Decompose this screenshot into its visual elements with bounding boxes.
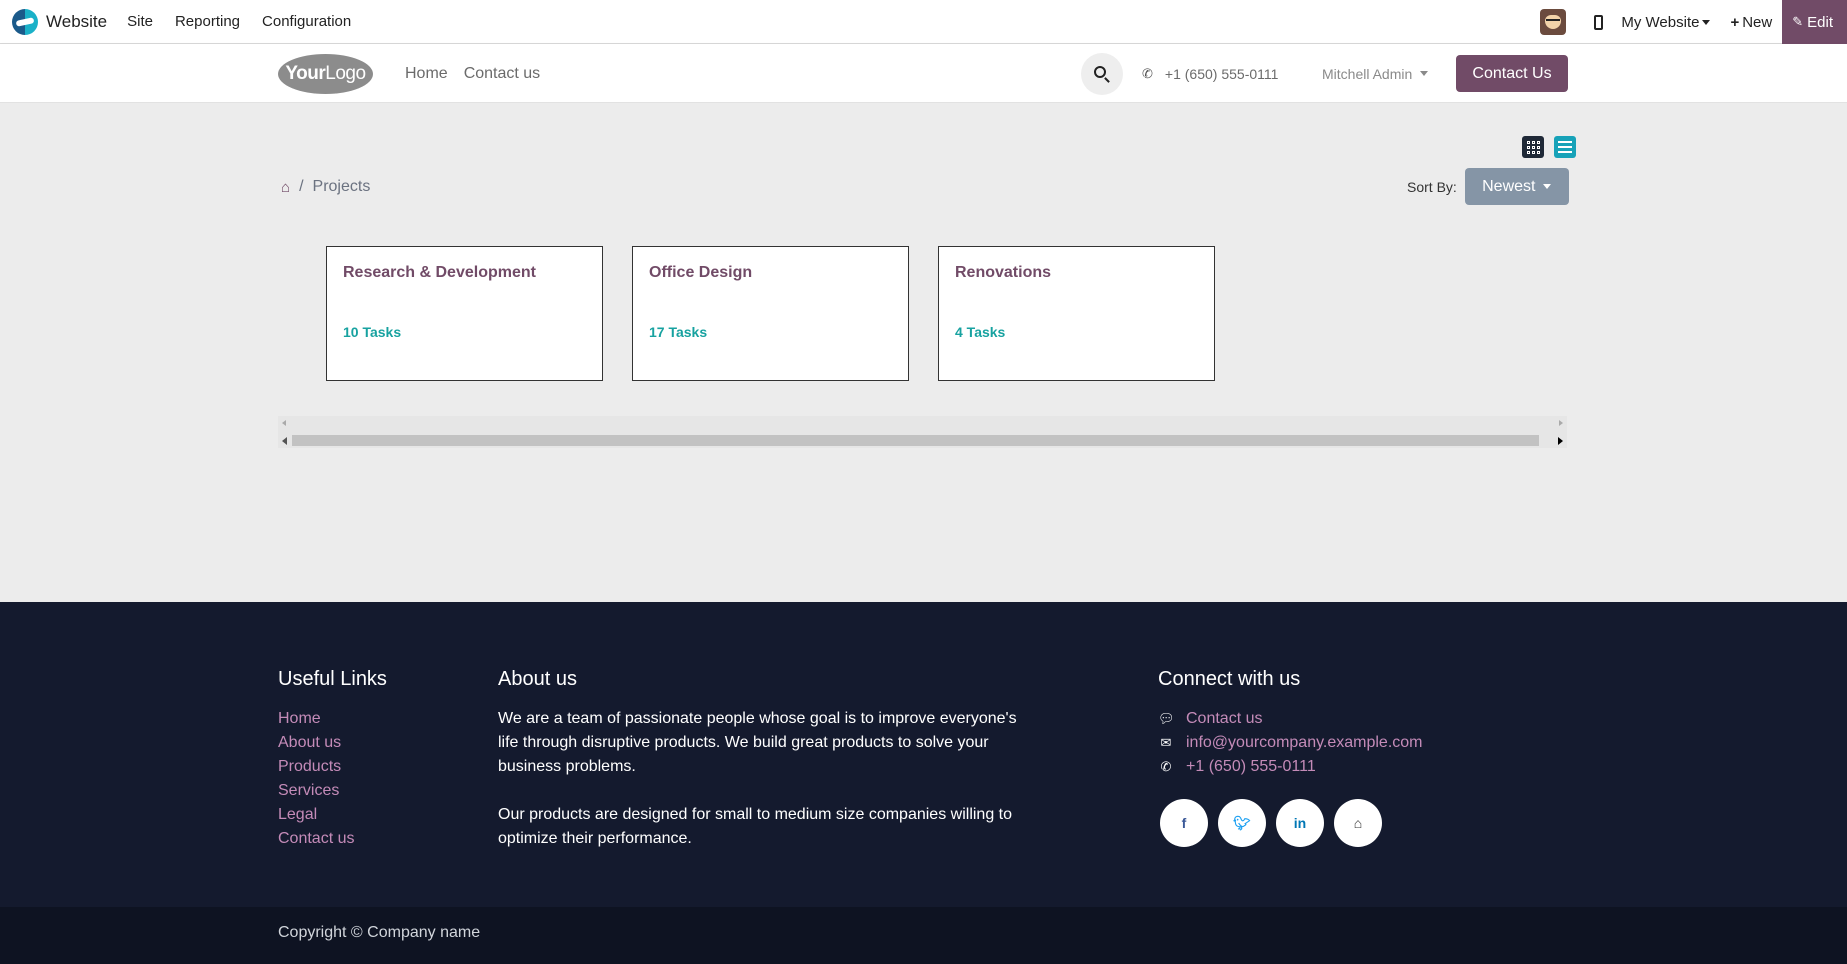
phone-icon: ✆ xyxy=(1160,759,1172,774)
project-tasks-link[interactable]: 10 Tasks xyxy=(343,324,401,340)
copyright-bar: Copyright © Company name xyxy=(0,907,1847,964)
user-avatar[interactable] xyxy=(1540,9,1567,35)
website-switcher[interactable]: My Website xyxy=(1621,13,1711,31)
project-tasks-link[interactable]: 17 Tasks xyxy=(649,324,707,340)
edit-button-label: Edit xyxy=(1807,13,1833,31)
mobile-preview-icon[interactable] xyxy=(1594,14,1604,30)
facebook-icon[interactable]: f xyxy=(1160,799,1208,847)
user-name: Mitchell Admin xyxy=(1322,65,1413,82)
sort-label: Sort By: xyxy=(1407,178,1457,195)
edit-button[interactable]: ✎ Edit xyxy=(1782,0,1847,44)
home-icon[interactable]: ⌂ xyxy=(1334,799,1382,847)
caret-down-icon xyxy=(1420,71,1429,76)
comment-icon: 💬︎ xyxy=(1158,711,1175,726)
connect-email[interactable]: ✉ info@yourcompany.example.com xyxy=(1158,731,1423,755)
footer-link-legal[interactable]: Legal xyxy=(278,803,387,827)
connect-contact[interactable]: 💬︎ Contact us xyxy=(1158,707,1423,731)
linkedin-icon[interactable]: in xyxy=(1276,799,1324,847)
new-button-label: New xyxy=(1742,13,1773,31)
about-paragraph-2: Our products are designed for small to m… xyxy=(498,806,1013,847)
caret-down-icon xyxy=(1543,184,1552,189)
site-logo[interactable]: Your Logo xyxy=(278,54,373,94)
project-card[interactable]: Research & Development 10 Tasks xyxy=(326,246,603,381)
app-name: Website xyxy=(46,11,108,31)
footer-link-about-us[interactable]: About us xyxy=(278,731,387,755)
about-us-title: About us xyxy=(498,668,577,690)
scroll-right-arrow-icon[interactable] xyxy=(1559,420,1563,426)
twitter-icon[interactable]: 🐦︎ xyxy=(1218,799,1266,847)
grid-icon xyxy=(1526,140,1540,154)
caret-down-icon xyxy=(1702,20,1711,26)
website-app-icon xyxy=(12,8,38,35)
main-content: ⌂ / Projects Sort By: Newest Research & … xyxy=(0,103,1847,602)
useful-links-title: Useful Links xyxy=(278,668,387,690)
phone-icon: ✆ xyxy=(1142,65,1153,81)
header-phone[interactable]: ✆ +1 (650) 555-0111 xyxy=(1142,44,1278,103)
scroll-left-arrow-icon[interactable] xyxy=(282,437,287,445)
connect-phone[interactable]: ✆ +1 (650) 555-0111 xyxy=(1158,755,1423,779)
new-button[interactable]: + New xyxy=(1730,14,1772,31)
menu-configuration[interactable]: Configuration xyxy=(262,13,351,30)
logo-text-bold: Your xyxy=(285,63,326,84)
admin-navbar: Website Site Reporting Configuration My … xyxy=(0,0,1847,44)
connect-contact-label: Contact us xyxy=(1186,710,1263,727)
scroll-right-arrow-icon[interactable] xyxy=(1558,437,1563,445)
nav-contact-us[interactable]: Contact us xyxy=(464,65,540,83)
menu-site[interactable]: Site xyxy=(127,13,153,30)
website-switcher-label: My Website xyxy=(1621,13,1700,31)
user-menu[interactable]: Mitchell Admin xyxy=(1322,44,1429,103)
app-brand[interactable]: Website xyxy=(12,8,108,35)
breadcrumb-separator: / xyxy=(299,178,304,195)
footer-link-products[interactable]: Products xyxy=(278,755,387,779)
connect-phone-label: +1 (650) 555-0111 xyxy=(1186,758,1316,775)
list-view-button[interactable] xyxy=(1554,136,1576,158)
social-links: f 🐦︎ in ⌂ xyxy=(1160,799,1423,847)
view-switcher xyxy=(1512,136,1576,158)
search-button[interactable] xyxy=(1081,53,1123,95)
home-icon[interactable]: ⌂ xyxy=(281,179,290,196)
search-icon xyxy=(1094,66,1106,78)
grid-view-button[interactable] xyxy=(1522,136,1544,158)
pencil-icon: ✎ xyxy=(1792,14,1804,29)
footer-link-services[interactable]: Services xyxy=(278,779,387,803)
header-phone-number: +1 (650) 555-0111 xyxy=(1164,65,1279,82)
project-card[interactable]: Office Design 17 Tasks xyxy=(632,246,909,381)
breadcrumb: ⌂ / Projects xyxy=(281,178,370,196)
plus-icon: + xyxy=(1730,13,1740,31)
about-us-column: About us We are a team of passionate peo… xyxy=(498,668,1018,875)
horizontal-scrollbar[interactable] xyxy=(278,416,1567,448)
logo-text: Logo xyxy=(325,63,366,84)
site-header: Your Logo Home Contact us ✆ +1 (650) 555-… xyxy=(0,44,1847,103)
project-title: Research & Development xyxy=(343,264,536,281)
nav-home[interactable]: Home xyxy=(405,65,448,83)
project-card[interactable]: Renovations 4 Tasks xyxy=(938,246,1215,381)
useful-links-column: Useful Links Home About us Products Serv… xyxy=(278,668,387,851)
site-footer: Useful Links Home About us Products Serv… xyxy=(0,602,1847,964)
sort-dropdown[interactable]: Newest xyxy=(1464,168,1569,205)
project-tasks-link[interactable]: 4 Tasks xyxy=(955,324,1005,340)
project-title: Renovations xyxy=(955,264,1052,281)
copyright-text: Copyright © Company name xyxy=(278,924,481,941)
admin-menu: Site Reporting Configuration xyxy=(127,13,373,30)
sort-value: Newest xyxy=(1482,177,1536,195)
site-nav: Home Contact us xyxy=(405,44,556,103)
list-icon xyxy=(1558,141,1572,143)
menu-reporting[interactable]: Reporting xyxy=(175,13,240,30)
scroll-left-arrow-icon[interactable] xyxy=(282,420,286,426)
about-paragraph-1: We are a team of passionate people whose… xyxy=(498,710,1017,775)
breadcrumb-current: Projects xyxy=(312,178,371,195)
footer-link-home[interactable]: Home xyxy=(278,707,387,731)
scrollbar-thumb[interactable] xyxy=(292,435,1539,446)
connect-email-label: info@yourcompany.example.com xyxy=(1186,734,1423,751)
envelope-icon: ✉ xyxy=(1160,735,1172,750)
connect-title: Connect with us xyxy=(1158,668,1301,690)
footer-link-contact-us[interactable]: Contact us xyxy=(278,827,387,851)
sort-control: Sort By: Newest xyxy=(1407,168,1569,205)
connect-column: Connect with us 💬︎ Contact us ✉ info@you… xyxy=(1158,668,1423,847)
project-title: Office Design xyxy=(649,264,753,281)
contact-us-button[interactable]: Contact Us xyxy=(1456,55,1568,92)
